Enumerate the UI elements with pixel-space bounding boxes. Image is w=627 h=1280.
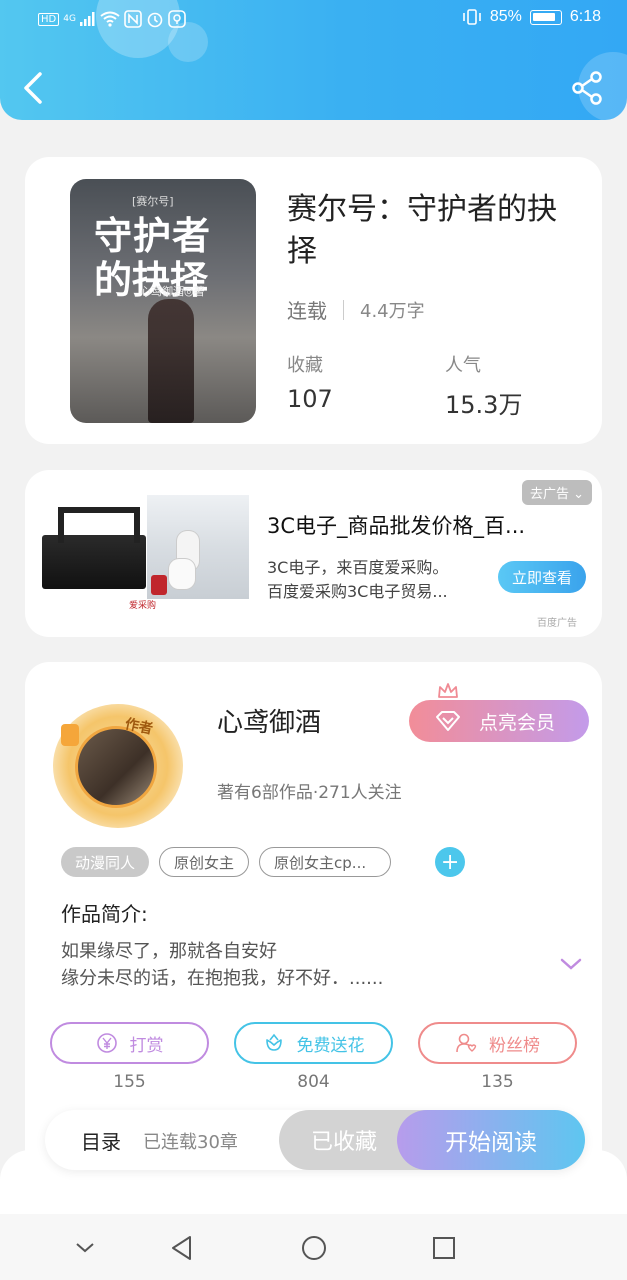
fan-icon <box>456 1033 477 1053</box>
book-cover[interactable]: [赛尔号] 守护者 的抉择 心鸢御酒◎著 <box>70 179 256 423</box>
nfc-icon <box>124 10 142 28</box>
status-bar-left: HD 4G <box>38 10 186 28</box>
wifi-icon <box>100 11 120 27</box>
chapter-count: 已连载30章 <box>143 1132 238 1153</box>
author-avatar[interactable]: 作者 <box>53 704 183 828</box>
ad-desc-line2: 百度爱采购3C电子贸易... <box>267 582 448 601</box>
popularity-value: 15.3万 <box>445 391 523 419</box>
nav-back-icon[interactable] <box>168 1234 196 1262</box>
tag-list: 动漫同人 原创女主 原创女主cp... + <box>61 847 466 877</box>
vibrate-icon <box>463 9 481 25</box>
flower-count: 804 <box>297 1072 330 1092</box>
nav-recents-icon[interactable] <box>430 1234 458 1262</box>
serial-state: 连载 <box>287 299 327 323</box>
alarm-icon <box>147 12 163 28</box>
network-label: 4G <box>63 14 76 24</box>
status-bar-right: 85% 6:18 <box>462 8 601 26</box>
book-status: 连载 4.4万字 <box>287 295 425 324</box>
flower-icon <box>265 1033 282 1051</box>
ad-image-lab <box>147 495 249 599</box>
toc-button[interactable]: 目录 <box>81 1126 121 1155</box>
chevron-down-icon: ⌄ <box>573 487 584 502</box>
intro-text: 如果缘尽了，那就各自安好 缘分未尽的话，在抱抱我，好不好．...... <box>61 941 384 989</box>
reward-label: 打赏 <box>129 1035 164 1056</box>
send-flower-button[interactable]: 免费送花 <box>234 1022 393 1064</box>
battery-icon <box>529 9 562 25</box>
diamond-icon <box>436 711 460 731</box>
ad-image-logo: 爱采购 <box>129 601 157 611</box>
book-title: 赛尔号：守护者的抉择 <box>287 192 557 269</box>
crown-icon <box>438 683 458 698</box>
hd-label: HD <box>38 12 60 26</box>
word-count: 4.4万字 <box>360 300 425 322</box>
battery-percent: 85% <box>489 8 522 25</box>
intro-heading: 作品简介: <box>61 902 148 926</box>
ad-image-machine <box>42 495 146 595</box>
send-flower-label: 免费送花 <box>296 1035 365 1056</box>
author-name[interactable]: 心鸢御酒 <box>217 702 321 739</box>
author-info: 著有6部作品·271人关注 <box>217 783 402 803</box>
ad-card[interactable]: 爱采购 去广告 ⌄ 3C电子_商品批发价格_百... 3C电子，来百度爱采购。 … <box>25 470 602 637</box>
cover-figure <box>148 299 194 423</box>
clock: 6:18 <box>569 8 601 25</box>
expand-chevron-icon[interactable] <box>559 954 583 974</box>
signal-icon <box>79 12 95 26</box>
reward-button[interactable]: 打赏 <box>50 1022 209 1064</box>
header-bar: HD 4G 85% 6:18 <box>0 0 627 120</box>
collect-label: 收藏 <box>287 355 323 376</box>
yen-icon <box>96 1033 117 1053</box>
ad-view-button[interactable]: 立即查看 <box>498 561 586 593</box>
nav-collapse-icon[interactable] <box>72 1234 98 1260</box>
ad-title: 3C电子_商品批发价格_百... <box>267 514 526 538</box>
tag-item[interactable]: 原创女主cp... <box>259 847 392 877</box>
start-reading-button[interactable]: 开始阅读 <box>397 1110 585 1170</box>
vip-button[interactable]: 点亮会员 <box>409 700 589 742</box>
book-info-card: [赛尔号] 守护者 的抉择 心鸢御酒◎著 赛尔号：守护者的抉择 连载 4.4万字… <box>25 157 602 444</box>
add-tag-icon[interactable]: + <box>435 847 466 877</box>
nav-home-icon[interactable] <box>300 1234 328 1262</box>
cover-author: 心鸢御酒◎著 <box>140 285 205 298</box>
remove-ad-label: 去广告 <box>529 487 569 502</box>
ad-description: 3C电子，来百度爱采购。 百度爱采购3C电子贸易... <box>267 556 477 604</box>
vip-label: 点亮会员 <box>479 711 556 734</box>
fan-rank-label: 粉丝榜 <box>489 1035 540 1056</box>
ad-source: 百度广告 <box>537 618 577 629</box>
remove-ad-button[interactable]: 去广告 ⌄ <box>521 480 592 505</box>
back-arrow-icon[interactable] <box>20 70 48 106</box>
fan-count: 135 <box>481 1072 514 1092</box>
system-nav-bar <box>0 1214 627 1280</box>
popularity-label: 人气 <box>445 355 481 376</box>
shield-app-icon <box>168 10 186 28</box>
tag-item[interactable]: 原创女主 <box>159 847 250 877</box>
share-icon[interactable] <box>570 70 606 106</box>
ad-desc-line1: 3C电子，来百度爱采购。 <box>267 558 449 577</box>
tag-item[interactable]: 动漫同人 <box>61 847 150 877</box>
read-bar: 目录 已连载30章 已收藏 开始阅读 <box>45 1110 585 1170</box>
fan-rank-button[interactable]: 粉丝榜 <box>418 1022 577 1064</box>
collect-value: 107 <box>287 385 333 413</box>
reward-count: 155 <box>113 1072 146 1092</box>
